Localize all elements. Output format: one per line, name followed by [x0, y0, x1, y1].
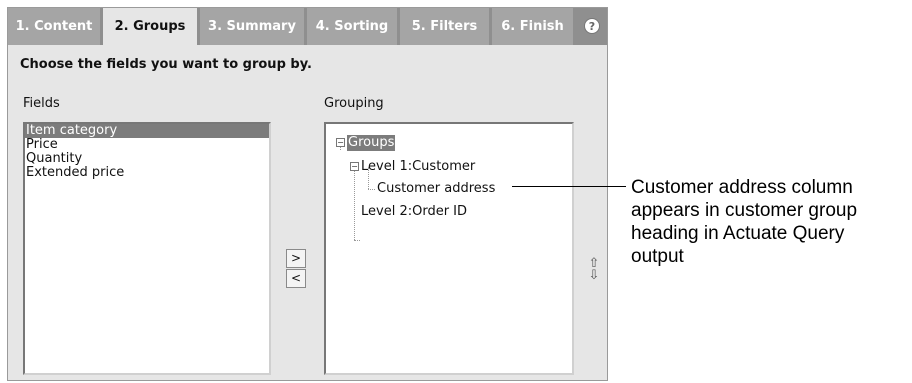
tree-line: [354, 167, 355, 240]
add-group-button[interactable]: >: [286, 249, 306, 268]
field-item-quantity[interactable]: Quantity: [25, 152, 269, 166]
instruction-text: Choose the fields you want to group by.: [20, 57, 312, 72]
query-wizard-panel: 1. Content 2. Groups 3. Summary 4. Sorti…: [7, 7, 608, 381]
callout-annotation: Customer address column appears in custo…: [631, 176, 911, 268]
fields-label: Fields: [23, 96, 60, 111]
tree-node-level2-order-id[interactable]: Level 2:Order ID: [361, 204, 467, 220]
field-item-price[interactable]: Price: [25, 138, 269, 152]
tree-line: [354, 240, 360, 241]
callout-line-1: Customer address column: [631, 177, 853, 198]
tab-sorting[interactable]: 4. Sorting: [307, 8, 397, 45]
tab-groups[interactable]: 2. Groups: [103, 8, 197, 46]
callout-line-3: heading in Actuate Query: [631, 223, 845, 244]
tab-summary[interactable]: 3. Summary: [200, 8, 304, 45]
callout-leader-line: [512, 186, 626, 187]
tab-finish[interactable]: 6. Finish: [492, 8, 573, 45]
reorder-arrows[interactable]: ⇧ ⇩: [588, 257, 600, 284]
move-down-icon[interactable]: ⇩: [588, 269, 600, 282]
fields-listbox[interactable]: Item category Price Quantity Extended pr…: [23, 122, 271, 375]
callout-line-2: appears in customer group: [631, 200, 858, 221]
grouping-label: Grouping: [324, 96, 384, 111]
collapse-groups-icon[interactable]: −: [336, 138, 345, 147]
tab-content[interactable]: 1. Content: [8, 8, 100, 45]
field-item-category[interactable]: Item category: [25, 124, 269, 138]
tree-node-customer-address[interactable]: Customer address: [377, 181, 495, 197]
tab-filters[interactable]: 5. Filters: [400, 8, 489, 45]
tree-node-level1-customer[interactable]: Level 1:Customer: [361, 159, 475, 175]
tree-line: [368, 189, 375, 190]
wizard-tab-bar: 1. Content 2. Groups 3. Summary 4. Sorti…: [8, 8, 607, 46]
remove-group-button[interactable]: <: [286, 269, 306, 288]
field-item-extended-price[interactable]: Extended price: [25, 166, 269, 180]
grouping-tree[interactable]: − Groups − Level 1:Customer Customer add…: [324, 122, 574, 375]
tree-node-groups[interactable]: Groups: [347, 135, 396, 151]
callout-line-4: output: [631, 246, 684, 267]
help-icon[interactable]: ?: [584, 18, 600, 34]
collapse-level1-icon[interactable]: −: [350, 162, 359, 171]
